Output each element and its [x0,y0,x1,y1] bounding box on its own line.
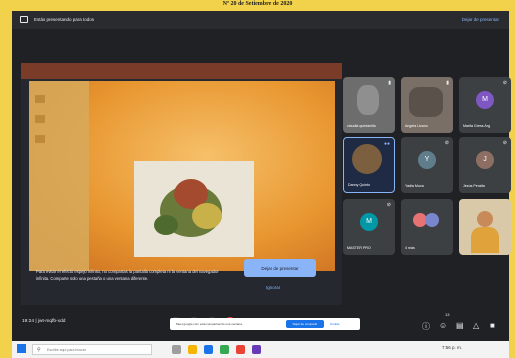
video-feed [357,85,379,115]
stop-presenting-link[interactable]: Dejar de presentar [462,17,499,22]
sharing-notification: Meet google.com está compartiendo una ve… [170,318,360,330]
mic-muted-icon: ⊘ [502,80,507,86]
present-screen-icon [20,16,28,23]
mirror-warning: Para evitar el efecto espejo infinito, n… [36,269,219,281]
participant-name: Yadia Muxa [405,184,424,188]
taskbar-search[interactable]: ⚲ Escribe aquí para buscar [32,344,152,355]
avatar: M [476,91,494,109]
meeting-controls-bar: 19:24 | jwt-mqfb-xdd Meet google.com est… [12,309,509,341]
windows-taskbar: ⚲ Escribe aquí para buscar 7:56 p. m. [12,341,509,358]
meeting-time: 19:24 [22,319,35,324]
search-placeholder: Escribe aquí para buscar [47,348,86,352]
video-feed [352,144,382,174]
stop-sharing-button[interactable]: Dejar de compartir [286,320,324,328]
stop-presenting-button[interactable]: Dejar de presentar [244,259,316,277]
more-participants-tile[interactable]: 4 más [401,199,453,255]
taskbar-clock: 7:56 p. m. [442,345,463,350]
edge-icon[interactable] [204,345,213,354]
video-feed [409,87,443,117]
notification-text: Meet google.com está compartiendo una ve… [176,322,243,326]
search-icon: ⚲ [37,347,41,353]
participant-tile[interactable]: ▮ Angela Lizano [401,77,453,133]
chrome-icon[interactable] [220,345,229,354]
hide-notification-link[interactable]: Ocultar [330,322,340,326]
meeting-code: jwt-mqfb-xdd [37,319,66,324]
slide-panel [29,81,89,271]
participant-tile[interactable]: M ⊘ Marita Gress Arg [459,77,511,133]
avatar: J [476,151,494,169]
activities-icon[interactable]: △ [473,321,479,330]
avatar [425,213,439,227]
slide-thumbnail [35,135,45,143]
video-feed [477,211,493,227]
image-subject [192,203,222,229]
participant-tile[interactable]: ▮ claudia quintanilla [343,77,395,133]
mic-muted-icon: ⊘ [386,202,391,208]
mic-muted-icon: ⊘ [502,140,507,146]
participant-tile[interactable]: M ⊘ MASTER PRO [343,199,395,255]
presenting-bar: Estás presentando para todos Dejar de pr… [12,11,509,29]
self-view-tile[interactable] [459,199,511,255]
mic-icon: ▮ [446,80,449,86]
windows-start-icon[interactable] [17,344,26,353]
app-icon[interactable] [252,345,261,354]
participant-count: 13 [445,312,450,317]
slide-image [134,161,254,257]
task-view-icon[interactable] [172,345,181,354]
participant-name: Danny Quinto [348,183,370,187]
video-feed [471,227,499,253]
ignore-link[interactable]: Ignorar [266,285,280,290]
meet-window: Estás presentando para todos Dejar de pr… [12,11,511,341]
file-explorer-icon[interactable] [188,345,197,354]
people-icon[interactable]: ☺ [439,321,447,330]
participant-name: MASTER PRO [347,246,371,250]
more-participants-label: 4 más [405,246,415,250]
chat-icon[interactable]: ▤ [456,321,464,330]
participant-name: Angela Lizano [405,124,428,128]
speaking-icon: ●● [383,141,390,147]
mic-icon: ▮ [388,80,391,86]
info-icon[interactable]: ⓘ [422,321,430,332]
presenting-title: Estás presentando para todos [34,17,95,22]
participant-tile[interactable]: J ⊘ Jesús Peralta [459,137,511,193]
participant-tile[interactable]: Y ⊘ Yadia Muxa [401,137,453,193]
meeting-info: 19:24 | jwt-mqfb-xdd [22,319,65,324]
avatar: M [360,213,378,231]
app-icon[interactable] [236,345,245,354]
participant-name: claudia quintanilla [347,124,376,128]
page-caption: Nº 20 de Setiembre de 2020 [222,1,293,7]
participant-name: Marita Gress Arg [463,124,490,128]
slide-header-band [21,63,342,79]
lock-icon[interactable]: ■ [490,321,495,330]
slide-thumbnail [35,95,45,103]
shared-slide [29,81,335,271]
participant-name: Jesús Peralta [463,184,485,188]
mic-muted-icon: ⊘ [444,140,449,146]
image-subject [154,215,178,235]
slide-thumbnail [35,115,45,123]
participant-tile[interactable]: ●● Danny Quinto [343,137,395,193]
avatar: Y [418,151,436,169]
